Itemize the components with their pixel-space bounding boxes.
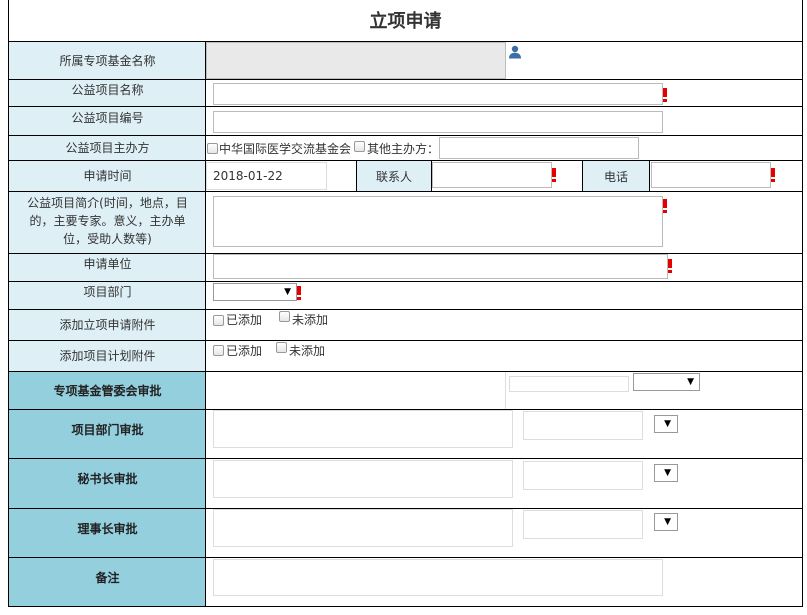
apply-attachment-added-label: 已添加: [226, 313, 263, 327]
project-name-label: 公益项目名称: [9, 80, 206, 106]
secretary-opinion-textarea[interactable]: [213, 460, 513, 498]
project-summary-textarea[interactable]: [213, 196, 663, 247]
plan-attachment-not-added-label: 未添加: [289, 344, 326, 358]
plan-attachment-label: 添加项目计划附件: [9, 341, 206, 371]
required-mark-icon: [297, 286, 301, 300]
department-select[interactable]: ▼: [213, 283, 297, 301]
summary-label: 公益项目简介(时间，地点，目的，主要专家。意义，主办单位，受助人数等): [9, 192, 206, 253]
organizer-cmia-label: 中华国际医学交流基金会: [219, 142, 352, 156]
fund-name-label: 所属专项基金名称: [9, 42, 206, 79]
department-label: 项目部门: [9, 282, 206, 309]
fund-committee-signer-input[interactable]: [509, 376, 629, 392]
chairman-signer-input[interactable]: [523, 510, 643, 539]
dropdown-arrow-icon: ▼: [284, 287, 291, 297]
department-approval-label: 项目部门审批: [9, 410, 206, 458]
required-mark-icon: [663, 88, 667, 102]
department-signer-input[interactable]: [523, 411, 643, 440]
dropdown-arrow-icon: ▼: [664, 517, 671, 527]
apply-attachment-label: 添加立项申请附件: [9, 310, 206, 340]
secretary-approval-label: 秘书长审批: [9, 459, 206, 508]
department-result-select[interactable]: ▼: [654, 415, 678, 433]
remarks-label: 备注: [9, 558, 206, 606]
contact-input[interactable]: [432, 162, 552, 188]
fund-committee-result-select[interactable]: ▼: [633, 373, 700, 391]
plan-attachment-added-checkbox[interactable]: [213, 345, 224, 356]
department-opinion-textarea[interactable]: [213, 410, 513, 448]
apply-unit-label: 申请单位: [9, 254, 206, 281]
organizer-cmia-checkbox[interactable]: [207, 143, 218, 154]
chairman-result-select[interactable]: ▼: [654, 513, 678, 531]
apply-date-input[interactable]: 2018-01-22: [206, 162, 327, 190]
remarks-textarea[interactable]: [213, 559, 663, 596]
dropdown-arrow-icon: ▼: [687, 377, 694, 387]
apply-time-label: 申请时间: [9, 161, 206, 191]
project-code-input[interactable]: [213, 111, 663, 133]
phone-input[interactable]: [651, 162, 771, 188]
dropdown-arrow-icon: ▼: [664, 419, 671, 429]
apply-attachment-added-checkbox[interactable]: [213, 315, 224, 326]
required-mark-icon: [663, 199, 667, 213]
contact-label: 联系人: [356, 161, 432, 191]
dropdown-arrow-icon: ▼: [664, 468, 671, 478]
apply-unit-input[interactable]: [213, 254, 668, 279]
chairman-opinion-textarea[interactable]: [213, 509, 513, 547]
page-title: 立项申请: [369, 11, 442, 32]
organizer-label: 公益项目主办方: [9, 136, 206, 160]
user-icon[interactable]: [508, 44, 522, 59]
secretary-signer-input[interactable]: [523, 461, 643, 490]
organizer-other-input[interactable]: [439, 137, 639, 159]
plan-attachment-not-added-checkbox[interactable]: [276, 342, 287, 353]
required-mark-icon: [552, 168, 556, 182]
secretary-result-select[interactable]: ▼: [654, 464, 678, 482]
required-mark-icon: [771, 168, 775, 182]
organizer-other-checkbox[interactable]: [354, 141, 365, 152]
project-application-form: 立项申请 所属专项基金名称 公益项目名称 公益项目编号 公益项目主办方 申请时间…: [0, 0, 807, 615]
required-mark-icon: [668, 259, 672, 273]
plan-attachment-added-label: 已添加: [226, 344, 263, 358]
fund-committee-approval-label: 专项基金管委会审批: [9, 372, 206, 409]
project-name-input[interactable]: [213, 83, 663, 105]
apply-attachment-not-added-label: 未添加: [292, 313, 329, 327]
chairman-approval-label: 理事长审批: [9, 509, 206, 557]
project-code-label: 公益项目编号: [9, 107, 206, 135]
phone-label: 电话: [582, 161, 650, 191]
fund-name-field[interactable]: [206, 42, 506, 79]
apply-attachment-not-added-checkbox[interactable]: [279, 311, 290, 322]
fund-committee-opinion-cell: [206, 372, 506, 409]
organizer-other-label: 其他主办方：: [367, 142, 440, 156]
